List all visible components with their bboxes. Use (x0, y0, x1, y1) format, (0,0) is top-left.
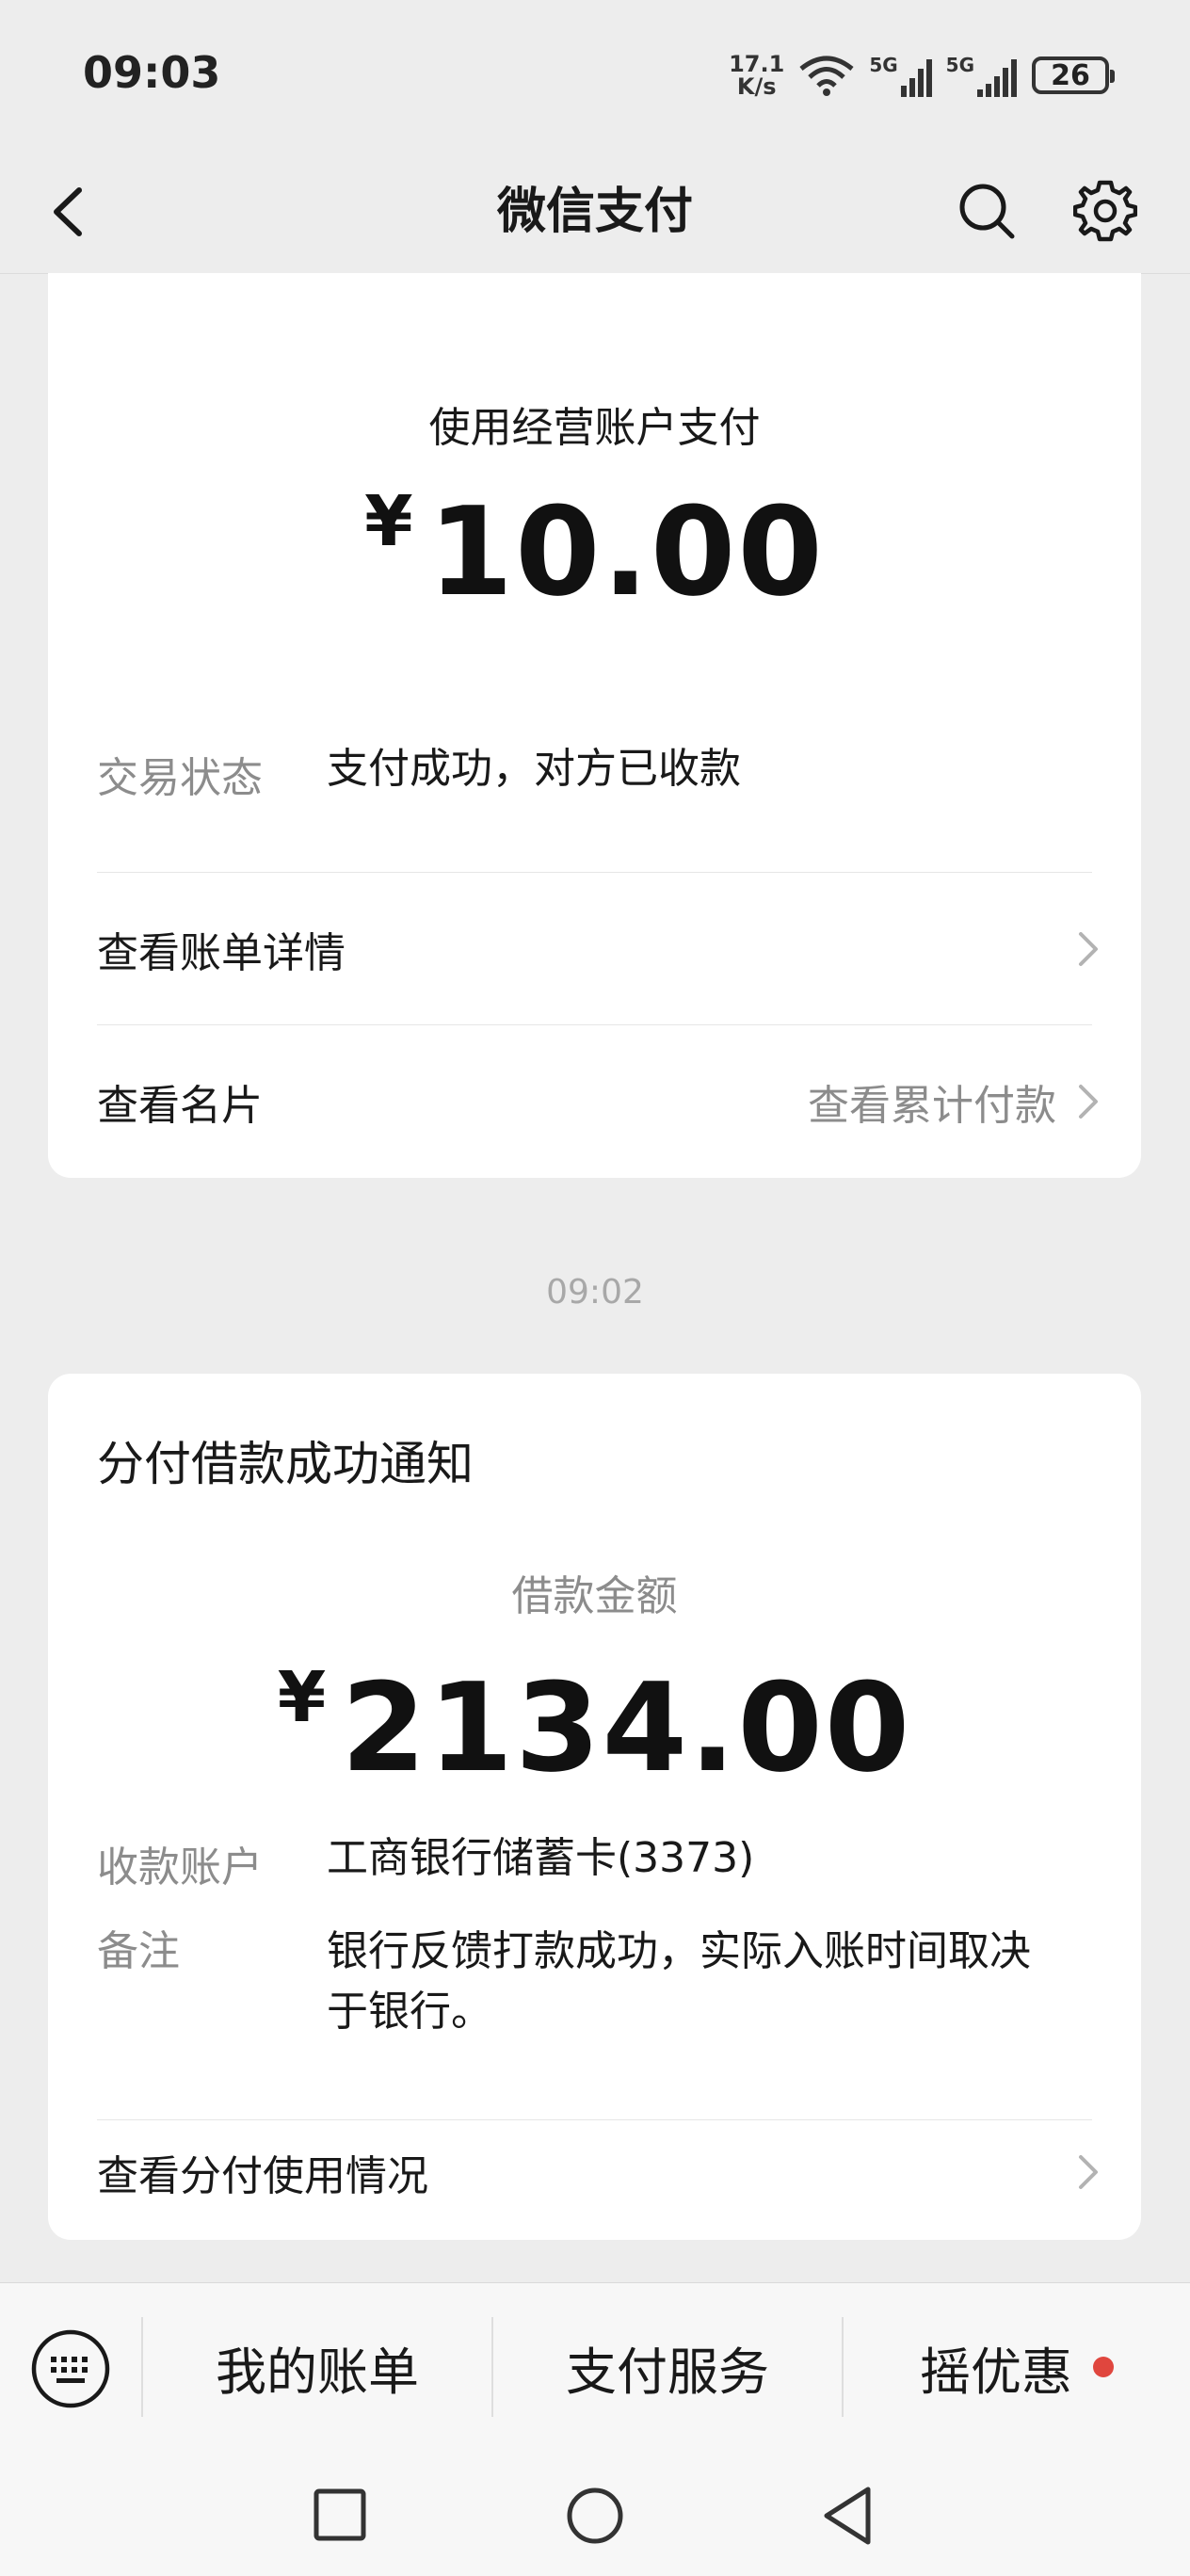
payment-amount: ¥10.00 (48, 480, 1141, 623)
square-icon (314, 2488, 366, 2541)
cellular-signal-2: 5G (946, 54, 1019, 97)
loan-amount-label: 借款金额 (511, 1572, 678, 1620)
divider (97, 2119, 1092, 2120)
settings-button[interactable] (1060, 166, 1150, 256)
search-icon (959, 184, 1015, 239)
transaction-status-row: 交易状态 支付成功，对方已收款 (97, 744, 1092, 804)
view-cumulative-payment-link[interactable]: 查看累计付款 (808, 1071, 1056, 1132)
view-card-label: 查看名片 (97, 1082, 263, 1130)
menu-shake-discount[interactable]: 摇优惠 (844, 2317, 1190, 2417)
remark-key: 备注 (97, 1927, 180, 1975)
loan-amount: ¥2134.00 (48, 1656, 1141, 1799)
battery-icon: 26 (1032, 56, 1115, 94)
view-bill-detail-label: 查看账单详情 (97, 929, 346, 977)
loan-notice-card: 分付借款成功通知 借款金额 ¥2134.00 收款账户 工商银行储蓄卡(3373… (48, 1374, 1141, 2240)
receiving-account-row: 收款账户 工商银行储蓄卡(3373) (97, 1833, 1092, 1893)
remark-value: 银行反馈打款成功，实际入账时间取决 于银行。 (327, 1927, 1031, 2036)
chevron-right-icon (1079, 1085, 1098, 1119)
triangle-back-icon (824, 2487, 871, 2545)
recent-apps-button[interactable] (303, 2478, 378, 2553)
divider (97, 872, 1092, 873)
signal-bars-icon (900, 59, 932, 97)
currency-symbol: ¥ (277, 1657, 327, 1738)
nav-bar: 微信支付 (0, 151, 1190, 274)
status-icons: 17.1 K/s 5G 5G 26 (729, 49, 1115, 102)
cellular-signal-1: 5G (869, 54, 932, 97)
view-card-row[interactable]: 查看名片 查看累计付款 (97, 1064, 1102, 1139)
chevron-right-icon (1079, 932, 1098, 966)
remark-row: 备注 银行反馈打款成功，实际入账时间取决 于银行。 (97, 1922, 1092, 2042)
currency-symbol: ¥ (364, 481, 413, 562)
view-usage-label: 查看分付使用情况 (97, 2152, 428, 2200)
back-nav-button[interactable] (812, 2478, 887, 2553)
amount-value: 10.00 (427, 480, 825, 623)
status-value: 支付成功，对方已收款 (327, 745, 741, 793)
system-navigation-bar (0, 2444, 1190, 2576)
notice-title: 分付借款成功通知 (97, 1437, 474, 1491)
divider (97, 1024, 1092, 1025)
signal-bars-icon (977, 59, 1017, 97)
status-key: 交易状态 (97, 754, 263, 802)
gear-icon (1073, 180, 1137, 242)
status-bar: 09:03 17.1 K/s 5G 5G 26 (0, 0, 1190, 151)
circle-icon (567, 2487, 623, 2544)
keyboard-icon (31, 2329, 110, 2408)
payment-card: 使用经营账户支付 ¥10.00 交易状态 支付成功，对方已收款 查看账单详情 查… (48, 273, 1141, 1178)
wifi-icon (799, 56, 854, 96)
bottom-menu: 我的账单 支付服务 摇优惠 (0, 2282, 1190, 2445)
account-value: 工商银行储蓄卡(3373) (327, 1834, 755, 1882)
message-timestamp: 09:02 (546, 1273, 644, 1312)
network-speed: 17.1 K/s (729, 51, 785, 100)
notification-dot (1093, 2357, 1114, 2377)
home-button[interactable] (557, 2478, 633, 2553)
search-button[interactable] (941, 166, 1032, 256)
menu-my-bills[interactable]: 我的账单 (143, 2317, 491, 2417)
status-time: 09:03 (83, 47, 221, 98)
chevron-right-icon (1079, 2155, 1098, 2189)
keyboard-toggle-button[interactable] (30, 2328, 111, 2409)
menu-payment-services[interactable]: 支付服务 (493, 2317, 842, 2417)
view-usage-row[interactable]: 查看分付使用情况 (97, 2134, 1102, 2210)
view-bill-detail-row[interactable]: 查看账单详情 (97, 911, 1102, 987)
payment-method-label: 使用经营账户支付 (428, 404, 761, 452)
account-key: 收款账户 (97, 1843, 263, 1892)
amount-value: 2134.00 (341, 1656, 912, 1799)
